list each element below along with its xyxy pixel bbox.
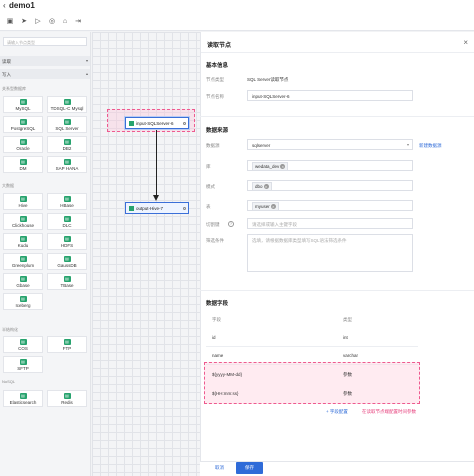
tile-postgresql[interactable]: ▤ PostgreSQL [3,116,43,133]
database-label: 库 [206,164,211,169]
tile-cos[interactable]: ▤ COS [3,336,43,353]
toolbar: ▣ ➤ ▷ ◎ ⌂ ⇥ [0,12,474,31]
tile-kudu[interactable]: ▤ Kudu [3,233,43,250]
tile-elasticsearch[interactable]: ▤ Elasticsearch [3,390,43,407]
tile-gbase[interactable]: ▤ Gbase [3,273,43,290]
database-tag: wedata_dev × [252,162,289,171]
data-fields-title: 数据字段 [206,301,229,307]
sqlserver-icon [129,121,134,126]
filter-textarea[interactable]: 选填，请根据数据库类型填写SQL语法筛选条件 [247,234,413,272]
tile-sap-hana[interactable]: ▤ SAP HANA [47,156,87,173]
remove-icon[interactable]: × [270,204,276,209]
app-title: demo1 [9,1,35,10]
node-sidebar: 请输入节点类型 读取 ▾ 写入 ▴ 关系型数据库 ▤ MySQL ▤ TDSQL-C M… [0,32,91,476]
play-icon[interactable]: ▷ [34,18,42,26]
tile-tdsql[interactable]: ▤ TDSQL-C Mysql [47,96,87,113]
hive-icon [129,206,134,211]
divider [200,116,474,117]
panel-title: 读取节点 [207,43,232,49]
col-field-header: 字段 [212,317,221,322]
tile-greenplum[interactable]: ▤ Greenplum [3,253,43,270]
group-bigdata: 大数据 [2,183,14,188]
table-row: id int [206,329,418,347]
save-icon[interactable]: ▣ [6,18,14,26]
database-select[interactable]: wedata_dev × [247,160,413,171]
datasource-label: 数据源 [206,143,220,148]
section-write[interactable]: 写入 ▴ [0,69,90,79]
divider [200,290,474,291]
group-nosql: NoSQL [2,379,16,384]
group-semistructured: 半结构化 [2,327,18,332]
export-icon[interactable]: ⇥ [74,18,82,26]
filter-label: 筛选条件 [206,238,224,243]
schema-tag: dbo × [252,182,272,191]
node-name-input[interactable]: input-SQLServer-6 [247,90,413,101]
chevron-down-icon: ▾ [85,58,88,63]
back-arrow-icon[interactable]: ‹ [3,1,6,10]
remove-icon[interactable]: × [280,164,286,169]
stop-icon[interactable]: ◎ [48,18,56,26]
tile-iceberg[interactable]: ▤ Iceberg [3,293,43,310]
tile-ftp[interactable]: ▤ FTP [47,336,87,353]
tile-db2[interactable]: ▤ DB2 [47,136,87,153]
source-node-label: input-SQLServer-6 [136,121,174,126]
schema-label: 模式 [206,184,215,189]
split-key-input[interactable]: 请选择或输入主键字段 [247,218,413,229]
tile-sftp[interactable]: ▤ SFTP [3,356,43,373]
split-key-label: 切割键 [206,222,220,227]
output-node[interactable]: output-Hive-7 [125,202,189,214]
tile-gaussdb[interactable]: ▤ GaussDB [47,253,87,270]
send-icon[interactable]: ➤ [20,18,28,26]
node-name-label: 节点名称 [206,94,224,99]
datasource-select[interactable]: sqlserver ▾ [247,139,413,150]
tile-hdfs[interactable]: ▤ HDFS [47,233,87,250]
help-icon[interactable]: ? [228,221,234,227]
lock-icon[interactable]: ⌂ [61,18,69,26]
add-field-link[interactable]: + 字段配置 [326,409,348,415]
tile-dlc[interactable]: ▤ DLC [47,213,87,230]
chevron-up-icon: ▴ [85,71,88,76]
table-tag: myuser × [252,202,279,211]
basic-info-title: 基本信息 [206,63,229,69]
tile-dm[interactable]: ▤ DM [3,156,43,173]
tile-hbase[interactable]: ▤ HBase [47,193,87,210]
schema-select[interactable]: dbo × [247,180,413,191]
cancel-button[interactable]: 取消 [206,462,233,474]
output-node-label: output-Hive-7 [136,206,164,211]
table-row: ${HH:mm:ss} 参数 [212,391,352,396]
col-type-header: 类型 [343,317,352,322]
divider [201,52,474,53]
new-datasource-link[interactable]: 新建数据源 [419,143,442,149]
port-icon[interactable] [183,207,186,210]
edge-line [156,130,157,196]
tile-clickhouse[interactable]: ▤ Clickhouse [3,213,43,230]
tile-tbase[interactable]: ▤ TBase [47,273,87,290]
tile-redis[interactable]: ▤ Redis [47,390,87,407]
source-node[interactable]: input-SQLServer-6 [125,117,189,129]
data-source-title: 数据来源 [206,128,229,134]
tile-sqlserver[interactable]: ▤ SQL Server [47,116,87,133]
chevron-down-icon: ▾ [406,142,409,147]
remove-icon[interactable]: × [263,184,269,189]
edge-arrow-icon [153,195,159,201]
node-type-label: 节点类型 [206,77,224,82]
tile-mysql[interactable]: ▤ MySQL [3,96,43,113]
port-icon[interactable] [183,122,186,125]
annotation-text: 在读取节点端配置时间参数 [362,409,416,414]
tile-hive[interactable]: ▤ Hive [3,193,43,210]
group-relational: 关系型数据库 [2,86,26,91]
table-select[interactable]: myuser × [247,200,413,211]
save-button[interactable]: 保存 [236,462,263,474]
datasource-value: sqlserver [252,143,271,148]
workflow-canvas[interactable] [92,32,200,476]
table-row: ${yyyy-MM-dd} 参数 [212,372,352,377]
top-bar: ‹ demo1 [0,0,474,12]
close-icon[interactable]: × [463,38,468,47]
node-search-input[interactable]: 请输入节点类型 [3,37,87,46]
node-type-value: SQL Server读取节点 [247,77,289,82]
table-label: 表 [206,204,211,209]
section-read[interactable]: 读取 ▾ [0,56,90,66]
tile-oracle[interactable]: ▤ Oracle [3,136,43,153]
